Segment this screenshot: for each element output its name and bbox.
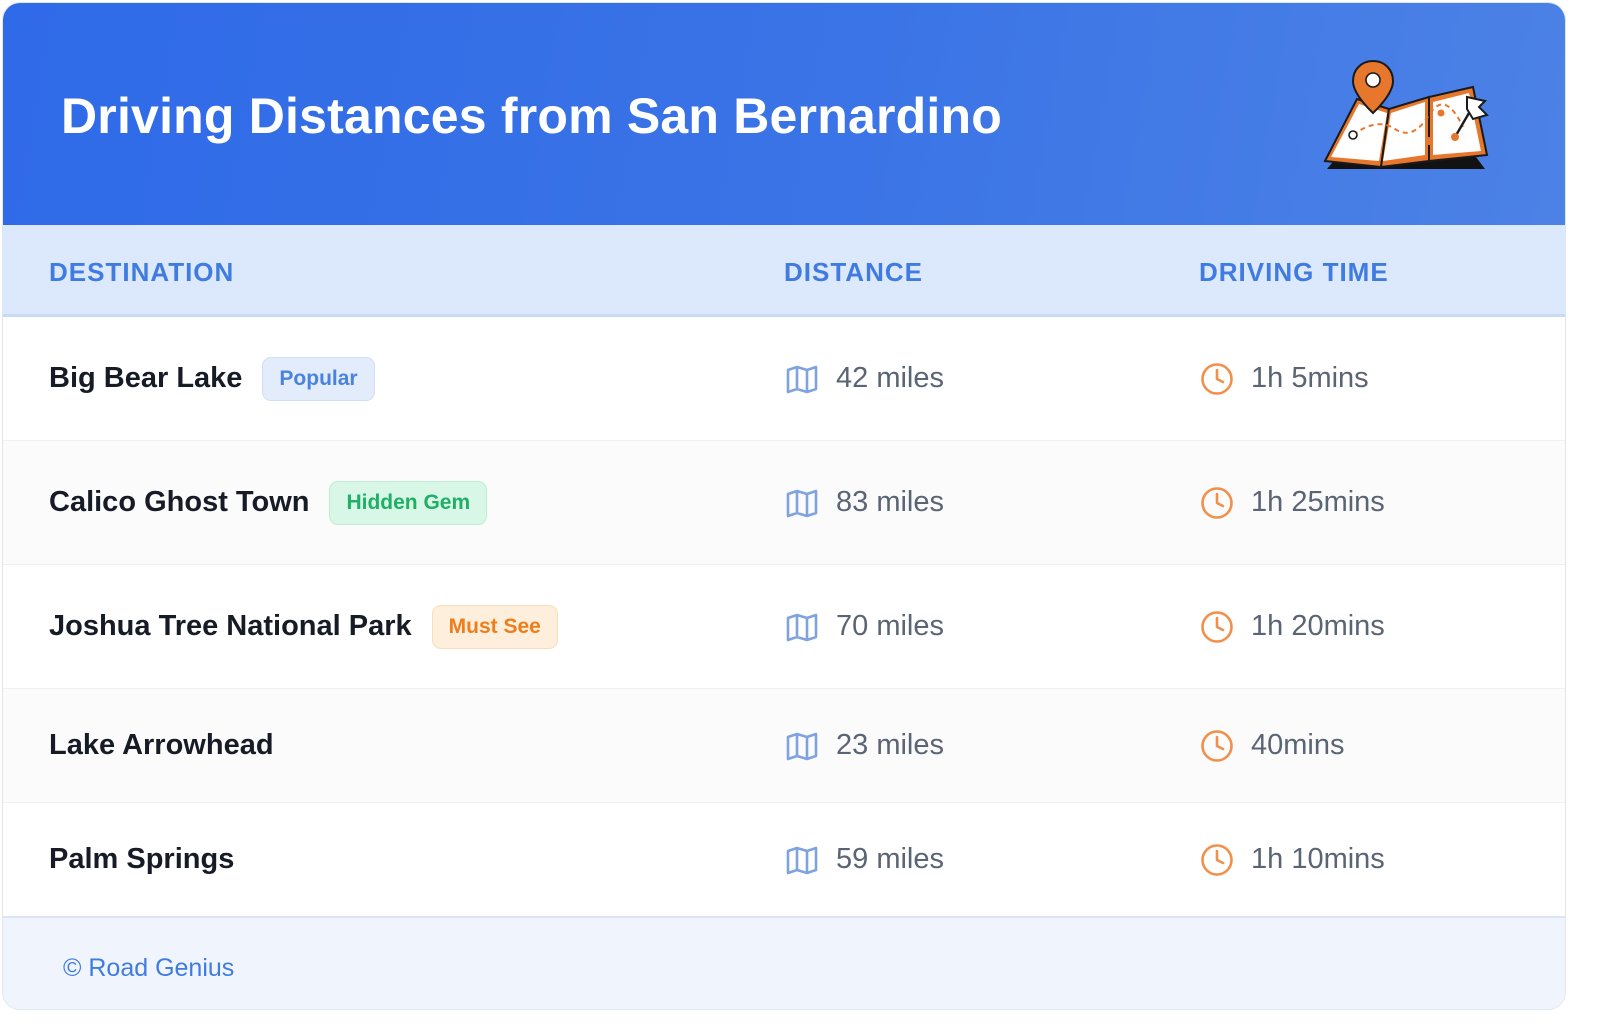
table-row[interactable]: Joshua Tree National Park Must See 70 mi… xyxy=(3,565,1565,689)
table-row[interactable]: Calico Ghost Town Hidden Gem 83 miles 1h… xyxy=(3,441,1565,565)
distance-cell: 23 miles xyxy=(784,689,944,802)
distance-cell: 70 miles xyxy=(784,565,944,688)
map-icon xyxy=(786,365,818,393)
distance-value: 83 miles xyxy=(836,486,944,518)
time-cell: 1h 25mins xyxy=(1199,441,1385,564)
clock-icon xyxy=(1201,729,1233,762)
destination-name: Calico Ghost Town xyxy=(49,486,310,518)
time-value: 1h 10mins xyxy=(1251,843,1385,875)
must-see-badge: Must See xyxy=(431,604,558,649)
map-icon xyxy=(786,732,818,760)
table-row[interactable]: Palm Springs 59 miles 1h 10mins xyxy=(3,803,1565,916)
time-value: 1h 5mins xyxy=(1251,362,1369,394)
destination-name: Palm Springs xyxy=(49,843,235,875)
destination-cell: Big Bear Lake Popular xyxy=(49,317,375,440)
distance-value: 42 miles xyxy=(836,362,944,394)
destination-cell: Lake Arrowhead xyxy=(49,689,274,802)
time-value: 40mins xyxy=(1251,729,1345,761)
card-footer: © Road Genius xyxy=(3,916,1565,1009)
time-value: 1h 25mins xyxy=(1251,486,1385,518)
clock-icon xyxy=(1201,843,1233,876)
destination-name: Lake Arrowhead xyxy=(49,729,274,761)
time-cell: 1h 10mins xyxy=(1199,803,1385,916)
column-header-driving-time[interactable]: DRIVING TIME xyxy=(1199,257,1389,288)
distance-cell: 59 miles xyxy=(784,803,944,916)
destination-cell: Palm Springs xyxy=(49,803,234,916)
destination-cell: Calico Ghost Town Hidden Gem xyxy=(49,441,488,564)
map-icon xyxy=(786,613,818,641)
folded-map-with-pins-icon xyxy=(1323,59,1489,169)
table-row[interactable]: Lake Arrowhead 23 miles 40mins xyxy=(3,689,1565,803)
table-row[interactable]: Big Bear Lake Popular 42 miles 1h 5mins xyxy=(3,317,1565,441)
time-cell: 1h 20mins xyxy=(1199,565,1385,688)
destination-name: Big Bear Lake xyxy=(49,362,243,394)
time-cell: 40mins xyxy=(1199,689,1345,802)
distance-card: Driving Distances from San Bernardino DE… xyxy=(2,2,1566,1010)
popular-badge: Popular xyxy=(262,356,375,401)
column-header-destination[interactable]: DESTINATION xyxy=(49,257,234,288)
hidden-gem-badge: Hidden Gem xyxy=(329,480,488,525)
destination-cell: Joshua Tree National Park Must See xyxy=(49,565,558,688)
distance-cell: 42 miles xyxy=(784,317,944,440)
time-cell: 1h 5mins xyxy=(1199,317,1369,440)
card-header: Driving Distances from San Bernardino xyxy=(3,3,1565,225)
destination-name: Joshua Tree National Park xyxy=(49,610,412,642)
footer-credit: © Road Genius xyxy=(63,954,235,982)
map-icon xyxy=(786,846,818,874)
map-icon xyxy=(786,489,818,517)
table-header: DESTINATION DISTANCE DRIVING TIME xyxy=(3,225,1565,317)
column-header-distance[interactable]: DISTANCE xyxy=(784,257,923,288)
distance-value: 59 miles xyxy=(836,843,944,875)
distance-cell: 83 miles xyxy=(784,441,944,564)
page-title: Driving Distances from San Bernardino xyxy=(61,88,1002,144)
time-value: 1h 20mins xyxy=(1251,610,1385,642)
clock-icon xyxy=(1201,486,1233,519)
distance-value: 23 miles xyxy=(836,729,944,761)
clock-icon xyxy=(1201,610,1233,643)
distance-value: 70 miles xyxy=(836,610,944,642)
clock-icon xyxy=(1201,362,1233,395)
